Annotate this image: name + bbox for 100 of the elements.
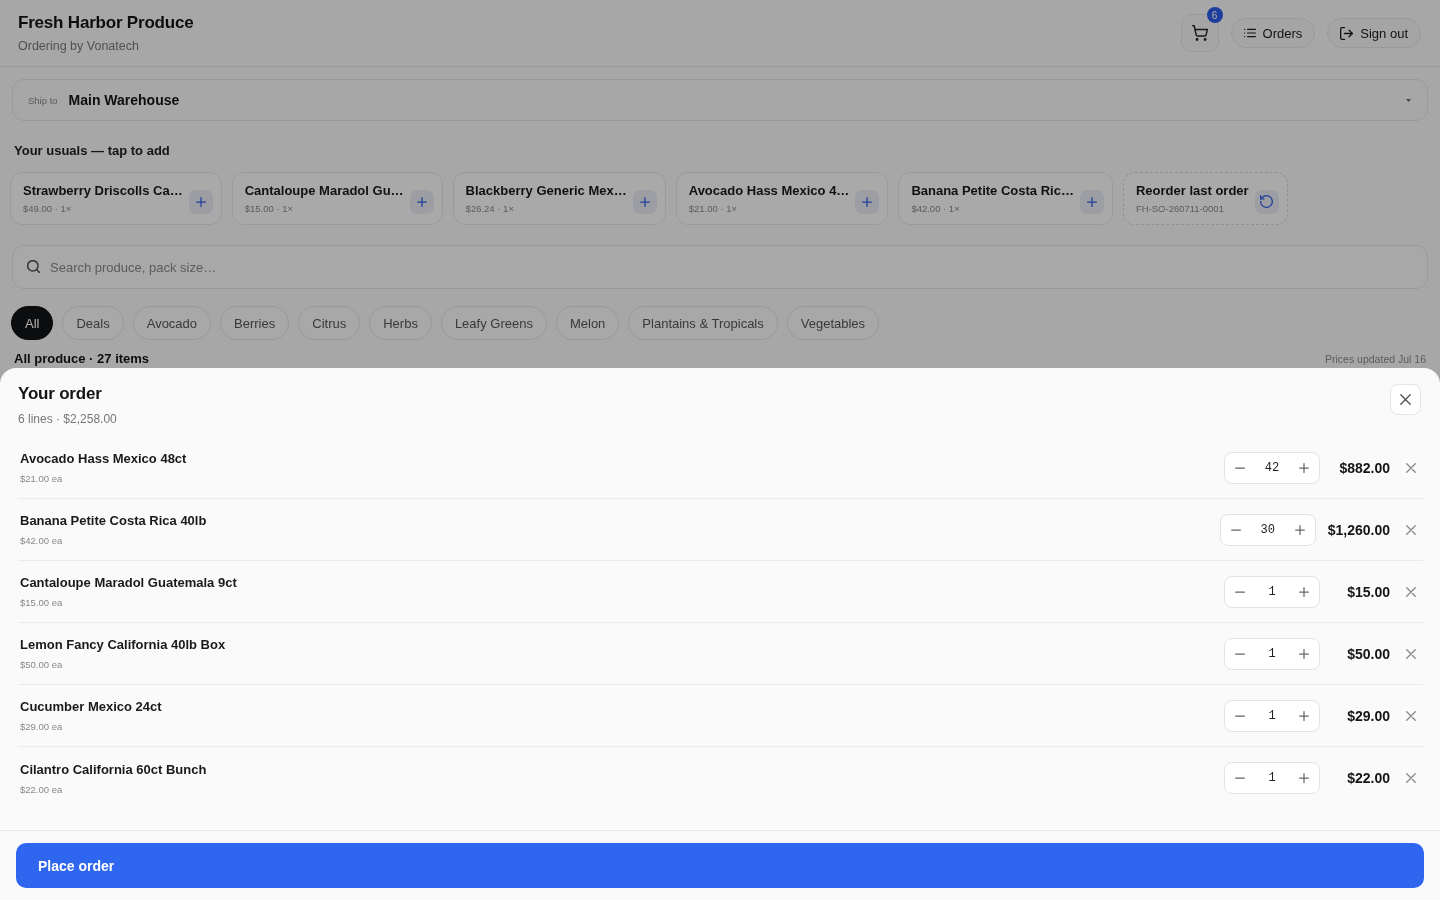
search-icon: [27, 260, 40, 273]
plus-icon: [639, 196, 650, 207]
product-name: Cantaloupe Maradol Gu…: [244, 183, 404, 198]
remove-button[interactable]: [1404, 708, 1418, 723]
line-total: $1,260.00: [1327, 521, 1390, 538]
close-icon: [1406, 773, 1416, 783]
remove-button[interactable]: [1404, 460, 1418, 475]
add-button[interactable]: [409, 189, 434, 214]
remove-button[interactable]: [1404, 646, 1418, 661]
line-total: $15.00: [1346, 583, 1390, 600]
line-item-name: Lemon Fancy California 40lb Box: [20, 637, 226, 652]
quantity-field[interactable]: 42: [1255, 460, 1289, 475]
line-item-name: Banana Petite Costa Rica 40lb: [20, 513, 207, 528]
product-price: $15.00 · 1×: [244, 203, 294, 214]
line-item-unit-price: $50.00 ea: [20, 659, 63, 670]
reorder-button[interactable]: [1254, 189, 1279, 214]
product-name: Avocado Hass Mexico 4…: [688, 183, 850, 198]
line-total: $882.00: [1338, 459, 1390, 476]
ship-to-label: Ship to: [28, 94, 58, 106]
category-chip[interactable]: Vegetables: [786, 306, 880, 340]
product-price: $21.00 · 1×: [688, 203, 738, 214]
product-price: $26.24 · 1×: [465, 203, 514, 214]
plus-icon: [1299, 462, 1309, 473]
close-icon: [1406, 586, 1416, 597]
rotate-icon: [1260, 195, 1274, 208]
remove-button[interactable]: [1404, 771, 1418, 785]
reorder-card[interactable]: Reorder last order FH-SO-260711-0001: [1122, 172, 1288, 225]
cart-icon: [1191, 25, 1208, 41]
plus-icon: [1299, 586, 1309, 597]
close-icon: [1406, 710, 1416, 721]
category-chip[interactable]: Herbs: [369, 306, 432, 340]
line-item-name: Avocado Hass Mexico 48ct: [20, 451, 187, 466]
sign-out-button[interactable]: Sign out: [1327, 18, 1421, 48]
product-name: Banana Petite Costa Ric…: [911, 183, 1074, 198]
plus-icon: [1086, 196, 1097, 207]
add-button[interactable]: [1079, 189, 1104, 214]
app-subtitle: Ordering by Vonatech: [18, 39, 140, 53]
line-total: $50.00: [1346, 645, 1390, 662]
line-item-name: Cucumber Mexico 24ct: [20, 699, 162, 714]
order-number: FH-SO-260711-0001: [1135, 203, 1224, 214]
orders-button[interactable]: Orders: [1230, 18, 1316, 48]
add-button[interactable]: [855, 189, 880, 214]
add-button[interactable]: [632, 189, 657, 214]
category-chip[interactable]: Deals: [62, 306, 124, 340]
line-item-unit-price: $21.00 ea: [20, 473, 63, 484]
catalog-count: All produce · 27 items: [14, 351, 150, 366]
category-chip[interactable]: Melon: [555, 306, 620, 340]
usual-item-card[interactable]: Strawberry Driscolls Ca… $49.00 · 1×: [10, 172, 222, 225]
plus-icon: [195, 196, 206, 207]
category-chip[interactable]: Citrus: [298, 306, 361, 340]
ship-to-select[interactable]: Ship to Main Warehouse: [12, 79, 1428, 121]
caret-icon: [1406, 98, 1411, 102]
quantity-field[interactable]: 1: [1255, 771, 1289, 785]
plus-icon: [862, 196, 873, 207]
list-icon: [1243, 27, 1256, 39]
sign-out-icon: [1340, 26, 1354, 40]
category-chip[interactable]: Plantains & Tropicals: [628, 306, 778, 340]
product-price: $42.00 · 1×: [911, 203, 960, 214]
category-chip[interactable]: Avocado: [132, 306, 212, 340]
line-item-unit-price: $22.00 ea: [20, 783, 63, 795]
order-summary: 6 lines · $2,258.00: [18, 412, 117, 426]
close-icon: [1406, 462, 1416, 473]
category-chip[interactable]: All: [11, 306, 54, 340]
cart-count-badge: 6: [1206, 7, 1223, 23]
plus-icon: [416, 196, 427, 207]
line-item-unit-price: $29.00 ea: [20, 721, 63, 732]
remove-button[interactable]: [1404, 584, 1418, 599]
reorder-title: Reorder last order: [1135, 183, 1249, 198]
line-item-unit-price: $42.00 ea: [20, 535, 63, 546]
usual-item-card[interactable]: Blackberry Generic Mex… $26.24 · 1×: [452, 172, 666, 225]
product-name: Blackberry Generic Mex…: [465, 183, 627, 198]
product-name: Strawberry Driscolls Ca…: [23, 183, 183, 198]
place-order-button[interactable]: Place order: [16, 843, 1424, 888]
line-total: $22.00: [1346, 770, 1390, 786]
plus-icon: [1299, 773, 1309, 783]
remove-button[interactable]: [1404, 522, 1418, 537]
close-button[interactable]: [1390, 384, 1421, 415]
quantity-field[interactable]: 1: [1255, 708, 1289, 723]
category-chip[interactable]: Berries: [220, 306, 290, 340]
usual-item-card[interactable]: Banana Petite Costa Ric… $42.00 · 1×: [898, 172, 1113, 225]
plus-icon: [1299, 648, 1309, 659]
sheet-title: Your order: [18, 384, 103, 404]
line-item-unit-price: $15.00 ea: [20, 597, 63, 608]
quantity-field[interactable]: 1: [1255, 646, 1289, 661]
add-button[interactable]: [188, 189, 213, 214]
close-icon: [1400, 394, 1411, 405]
category-chip[interactable]: Leafy Greens: [440, 306, 547, 340]
search-field[interactable]: Search produce, pack size…: [12, 245, 1428, 289]
usual-item-card[interactable]: Avocado Hass Mexico 4… $21.00 · 1×: [675, 172, 889, 225]
usuals-heading: Your usuals — tap to add: [14, 143, 171, 158]
usual-item-card[interactable]: Cantaloupe Maradol Gu… $15.00 · 1×: [231, 172, 443, 225]
line-item-name: Cilantro California 60ct Bunch: [20, 761, 207, 777]
product-price: $49.00 · 1×: [23, 203, 72, 214]
ship-to-value: Main Warehouse: [68, 92, 181, 108]
prices-updated: Prices updated Jul 16: [1325, 353, 1426, 365]
close-icon: [1406, 648, 1416, 659]
quantity-field[interactable]: 30: [1250, 522, 1285, 537]
line-total: $29.00: [1346, 707, 1390, 724]
line-item-name: Cantaloupe Maradol Guatemala 9ct: [20, 575, 237, 590]
quantity-field[interactable]: 1: [1255, 584, 1289, 599]
